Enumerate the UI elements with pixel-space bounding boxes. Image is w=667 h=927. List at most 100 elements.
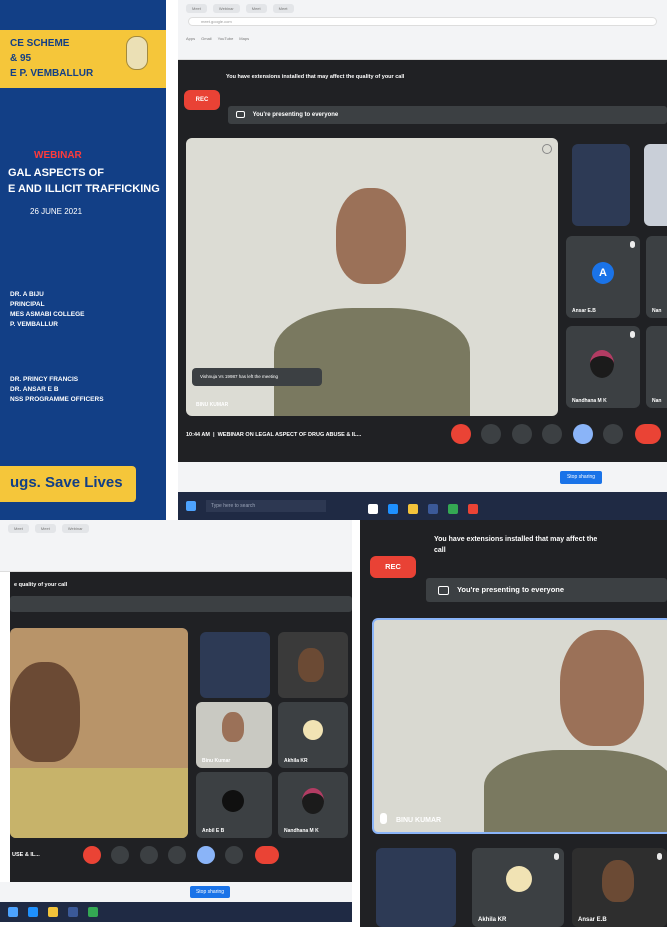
- main-speaker-tile[interactable]: [10, 628, 188, 838]
- windows-start-icon[interactable]: [8, 907, 18, 917]
- raise-hand-icon[interactable]: [168, 846, 187, 864]
- present-icon[interactable]: [572, 424, 593, 444]
- participant-name: Nan: [652, 398, 662, 404]
- captions-icon[interactable]: [511, 424, 532, 444]
- speaker-face: [10, 662, 80, 762]
- bookmark-item[interactable]: Gmail: [201, 36, 211, 41]
- participant-tile[interactable]: Nandhana M K: [566, 326, 640, 408]
- windows-taskbar-bottom-left: [0, 902, 352, 922]
- browser-tab[interactable]: Meet: [8, 524, 29, 533]
- avatar: [222, 790, 244, 812]
- presenting-bar: You're presenting to everyone: [228, 106, 667, 124]
- chrome-icon[interactable]: [448, 504, 458, 514]
- screen-share-thumbnail[interactable]: [376, 848, 456, 927]
- windows-start-icon[interactable]: [368, 504, 378, 514]
- meeting-info: 10:44 AM | WEBINAR ON LEGAL ASPECT OF DR…: [186, 432, 362, 438]
- extension-warning-line2: call: [434, 547, 446, 554]
- folder-icon[interactable]: [48, 907, 58, 917]
- poster-person: MES ASMABI COLLEGE: [10, 311, 85, 318]
- participant-name: Akhila KR: [284, 758, 308, 764]
- bookmark-item[interactable]: Apps: [186, 36, 195, 41]
- browser-tab[interactable]: Meet: [34, 524, 56, 533]
- meet-window-bottom-left: e quality of your call Binu Kumar Akhila…: [10, 572, 352, 882]
- mic-off-icon: [554, 853, 559, 860]
- end-call-icon[interactable]: [254, 846, 279, 864]
- participant-tile[interactable]: A Ansar E.B: [566, 236, 640, 318]
- camera-icon[interactable]: [111, 846, 130, 864]
- avatar: A: [592, 262, 614, 284]
- leave-notification: Vishnuja Vs 19987 has left the meeting: [192, 368, 322, 386]
- captions-icon[interactable]: [139, 846, 158, 864]
- avatar: [590, 350, 614, 378]
- meet-window-bottom-right: You have extensions installed that may a…: [360, 520, 667, 927]
- poster-slogan: ugs. Save Lives: [0, 466, 136, 502]
- taskbar-search[interactable]: Type here to search: [206, 500, 326, 512]
- participant-tile[interactable]: Nan: [646, 236, 667, 318]
- participant-tile[interactable]: Akhila KR: [278, 702, 348, 768]
- extension-warning-line1: You have extensions installed that may a…: [434, 536, 598, 543]
- address-bar[interactable]: meet.google.com: [188, 17, 657, 26]
- browser-tab[interactable]: Meet: [245, 4, 267, 13]
- avatar: [506, 866, 532, 892]
- browser-tab[interactable]: Webinar: [61, 524, 89, 533]
- present-icon: [236, 110, 245, 118]
- poster-officers-block: DR. PRINCY FRANCIS DR. ANSAR E B NSS PRO…: [10, 375, 104, 405]
- participant-tile[interactable]: Ansar E.B: [572, 848, 667, 927]
- chrome-icon[interactable]: [88, 907, 98, 917]
- participant-tile[interactable]: [644, 144, 667, 226]
- more-icon[interactable]: [225, 846, 244, 864]
- windows-start-icon[interactable]: [186, 501, 196, 511]
- poster-person: DR. ANSAR E B: [10, 386, 59, 393]
- screen-share-thumbnail[interactable]: [572, 144, 630, 226]
- participant-tile[interactable]: [278, 632, 348, 698]
- mic-icon[interactable]: [83, 846, 101, 864]
- end-call-icon[interactable]: [634, 424, 661, 444]
- poster-title-line2: E AND ILLICIT TRAFFICKING: [8, 183, 160, 195]
- presenting-bar: [10, 596, 352, 612]
- poster-principal-block: DR. A BIJU PRINCIPAL MES ASMABI COLLEGE …: [10, 290, 85, 330]
- participant-name: Binu Kumar: [202, 758, 231, 764]
- extension-warning: You have extensions installed that may a…: [434, 534, 597, 556]
- bookmark-item[interactable]: Maps: [239, 36, 249, 41]
- stop-sharing-button[interactable]: Stop sharing: [560, 471, 602, 484]
- facebook-icon[interactable]: [68, 907, 78, 917]
- meeting-time: 10:44 AM: [186, 432, 210, 438]
- participant-face: [298, 648, 324, 682]
- camera-icon[interactable]: [481, 424, 502, 444]
- mic-icon[interactable]: [451, 424, 471, 444]
- participant-tile[interactable]: Anbil E B: [196, 772, 272, 838]
- pin-icon[interactable]: [542, 144, 552, 154]
- facebook-icon[interactable]: [428, 504, 438, 514]
- edge-icon[interactable]: [28, 907, 38, 917]
- browser-tab[interactable]: Meet: [186, 4, 207, 13]
- speaker-name: BINU KUMAR: [196, 402, 229, 408]
- presenting-text: You're presenting to everyone: [456, 585, 565, 594]
- folder-icon[interactable]: [408, 504, 418, 514]
- meet-controls: [80, 846, 279, 864]
- stop-sharing-button[interactable]: Stop sharing: [190, 886, 230, 898]
- main-speaker-tile[interactable]: BINU KUMAR: [372, 618, 667, 834]
- participant-tile[interactable]: Binu Kumar: [196, 702, 272, 768]
- browser-tab[interactable]: Webinar: [212, 4, 240, 13]
- participant-tile[interactable]: Nandhana M K: [278, 772, 348, 838]
- meeting-title: WEBINAR ON LEGAL ASPECT OF DRUG ABUSE & …: [217, 432, 362, 438]
- raise-hand-icon[interactable]: [542, 424, 563, 444]
- present-icon[interactable]: [196, 846, 215, 864]
- speaker-uniform: [274, 308, 470, 416]
- sharing-strip-top: Stop sharing: [178, 462, 667, 492]
- browser-tabs: Meet Meet Webinar: [0, 520, 352, 537]
- poster-title: GAL ASPECTS OF E AND ILLICIT TRAFFICKING: [8, 165, 160, 197]
- participant-tile[interactable]: Nan: [646, 326, 667, 408]
- browser-chrome-bottom-left: Meet Meet Webinar: [0, 520, 352, 572]
- store-icon[interactable]: [468, 504, 478, 514]
- bookmark-item[interactable]: YouTube: [218, 36, 234, 41]
- browser-tab[interactable]: Meet: [272, 4, 294, 13]
- mic-off-icon: [657, 853, 662, 860]
- poster-title-line1: GAL ASPECTS OF: [8, 167, 104, 179]
- main-speaker-tile[interactable]: Vishnuja Vs 19987 has left the meeting B…: [186, 138, 558, 416]
- screen-share-thumbnail[interactable]: [200, 632, 270, 698]
- poster-header: CE SCHEME & 95 E P. VEMBALLUR: [0, 30, 166, 88]
- edge-icon[interactable]: [388, 504, 398, 514]
- participant-tile[interactable]: Akhila KR: [472, 848, 564, 927]
- more-icon[interactable]: [603, 424, 624, 444]
